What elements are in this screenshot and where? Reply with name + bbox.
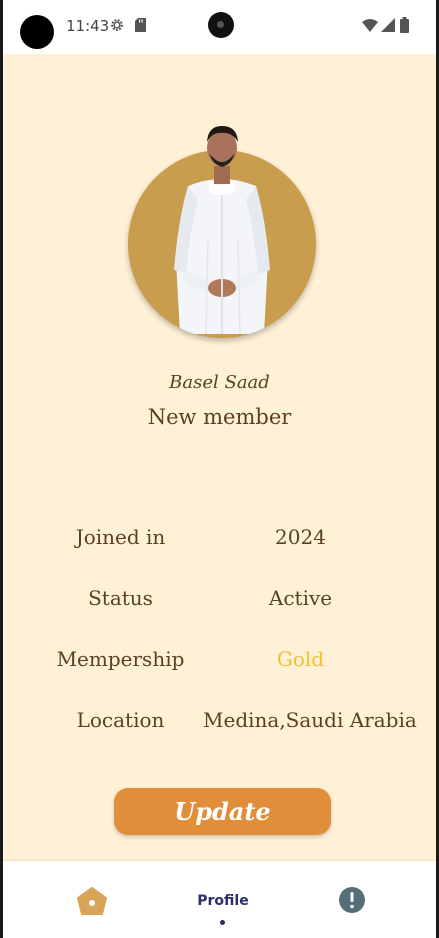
info-row-status: Status Active xyxy=(3,586,436,616)
joined-label: Joined in xyxy=(75,525,166,549)
active-indicator xyxy=(220,920,225,925)
bottom-nav: Profile xyxy=(3,861,436,938)
membership-value: Gold xyxy=(276,647,325,671)
avatar xyxy=(128,126,316,338)
membership-label: Mempership xyxy=(56,647,185,671)
profile-rank: New member xyxy=(147,405,292,429)
wifi-icon xyxy=(362,19,378,32)
status-time: 11:43 xyxy=(66,17,110,35)
sd-card-icon xyxy=(135,18,146,32)
home-icon[interactable] xyxy=(76,886,108,916)
phone-screen: 11:43 Basel Saad New member Joined in 20… xyxy=(0,0,439,938)
update-button[interactable]: Update xyxy=(114,788,331,835)
info-row-membership: Mempership Gold xyxy=(3,647,436,677)
location-label: Location xyxy=(76,708,165,732)
profile-name: Basel Saad xyxy=(169,372,270,393)
nav-profile-label: Profile xyxy=(197,893,249,909)
gear-icon xyxy=(111,19,123,31)
camera-cutout xyxy=(20,15,54,49)
status-bar: 11:43 xyxy=(3,0,436,54)
location-value: Medina,Saudi Arabia xyxy=(203,708,417,732)
status-label: Status xyxy=(88,586,153,610)
nav-tab-profile[interactable]: Profile xyxy=(183,890,263,925)
info-row-location: Location Medina,Saudi Arabia xyxy=(3,708,436,738)
battery-icon xyxy=(400,17,409,33)
person-illustration xyxy=(174,126,270,335)
info-row-joined: Joined in 2024 xyxy=(3,525,436,555)
joined-value: 2024 xyxy=(275,525,326,549)
signal-icon xyxy=(381,18,395,32)
info-icon[interactable] xyxy=(338,886,366,914)
front-camera xyxy=(208,12,234,38)
status-value: Active xyxy=(268,586,333,610)
